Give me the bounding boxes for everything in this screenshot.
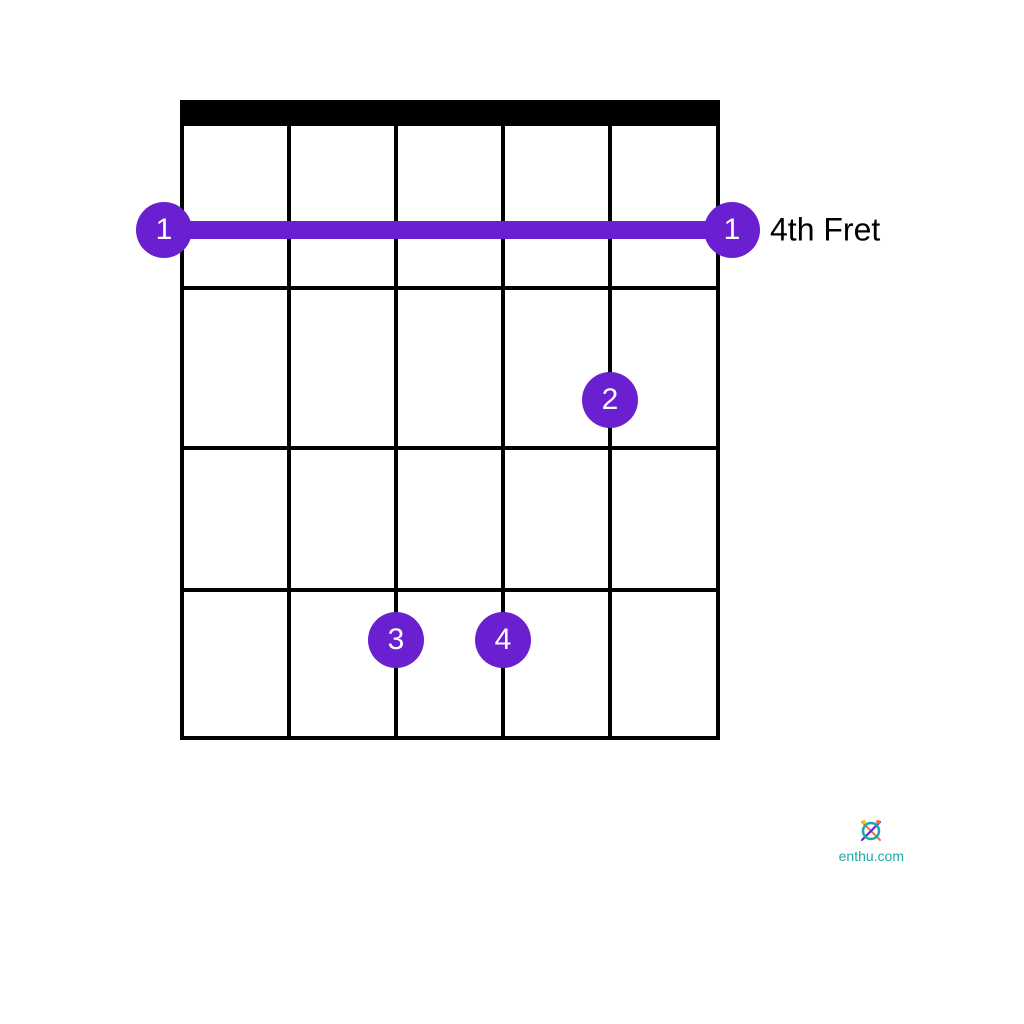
logo-text: enthu.com bbox=[839, 848, 904, 864]
finger-label: 1 bbox=[156, 213, 173, 247]
fret-line-4 bbox=[180, 736, 720, 740]
finger-1-barre-end: 1 bbox=[704, 202, 760, 258]
finger-2: 2 bbox=[582, 372, 638, 428]
finger-label: 4 bbox=[495, 623, 512, 657]
finger-label: 2 bbox=[602, 383, 619, 417]
brand-logo: enthu.com bbox=[839, 816, 904, 864]
fret-label: 4th Fret bbox=[770, 212, 880, 249]
chord-diagram: 1 1 2 3 4 4th Fret bbox=[180, 100, 720, 740]
fret-line-1 bbox=[180, 286, 720, 290]
nut bbox=[180, 100, 720, 126]
fret-line-2 bbox=[180, 446, 720, 450]
finger-4: 4 bbox=[475, 612, 531, 668]
logo-icon bbox=[856, 816, 886, 846]
string-1 bbox=[716, 100, 720, 740]
barre-bar bbox=[180, 221, 720, 239]
string-6 bbox=[180, 100, 184, 740]
string-5 bbox=[287, 100, 291, 740]
finger-label: 3 bbox=[388, 623, 405, 657]
finger-3: 3 bbox=[368, 612, 424, 668]
finger-label: 1 bbox=[724, 213, 741, 247]
finger-1-barre-start: 1 bbox=[136, 202, 192, 258]
fret-line-3 bbox=[180, 588, 720, 592]
